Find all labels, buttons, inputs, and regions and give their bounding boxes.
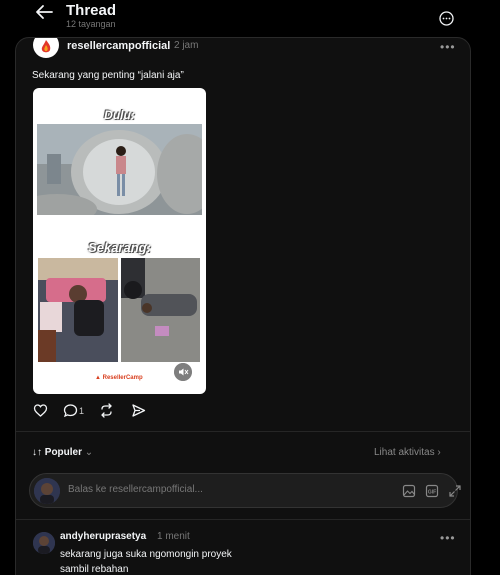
comment-line-1: sekarang juga suka ngomongin proyek	[60, 549, 232, 560]
comment-icon[interactable]	[63, 403, 78, 418]
reply-input[interactable]	[68, 484, 318, 495]
meme-label-bottom: Sekarang:	[88, 240, 151, 255]
post-caption: Sekarang yang penting “jalani aja”	[32, 70, 184, 81]
comment-text: sekarang juga suka ngomongin proyek samb…	[60, 547, 232, 575]
post-more-icon[interactable]: •••	[440, 40, 456, 54]
current-user-avatar	[34, 478, 60, 504]
sort-dropdown[interactable]: ↓↑ Populer ⌄	[32, 447, 93, 458]
svg-text:GIF: GIF	[428, 489, 436, 495]
mute-icon[interactable]	[174, 363, 192, 381]
commenter-username[interactable]: andyheruprasetya	[60, 531, 146, 542]
author-username[interactable]: resellercampofficial	[67, 40, 170, 52]
more-options-icon[interactable]	[439, 11, 454, 26]
divider	[16, 519, 470, 520]
image-attach-icon[interactable]	[402, 484, 416, 498]
sort-arrows-icon: ↓↑	[32, 447, 42, 458]
sort-label: Populer	[44, 447, 83, 458]
post-media[interactable]: Dulu: Sekarang: ▲ ResellerCamp	[33, 88, 206, 394]
commenter-avatar[interactable]	[33, 532, 55, 554]
view-activity-label: Lihat aktivitas	[374, 447, 435, 458]
gif-icon[interactable]: GIF	[425, 484, 439, 498]
chevron-down-icon: ⌄	[84, 447, 94, 458]
repost-icon[interactable]	[99, 403, 114, 418]
comment-more-icon[interactable]: •••	[440, 531, 456, 545]
comment-count: 1	[79, 406, 85, 416]
meme-photo-pipe	[37, 124, 202, 215]
share-send-icon[interactable]	[131, 403, 146, 418]
divider	[16, 431, 470, 432]
meme-label-top: Dulu:	[104, 108, 135, 122]
brand-flame-icon	[41, 40, 51, 53]
expand-icon[interactable]	[448, 484, 462, 498]
view-count: 12 tayangan	[66, 19, 116, 29]
meme-photo-bed	[38, 258, 118, 362]
page-title: Thread	[66, 2, 117, 19]
comment-line-2: sambil rebahan	[60, 564, 129, 575]
reply-box: GIF	[29, 473, 461, 508]
comment-time: 1 menit	[157, 531, 190, 542]
author-avatar[interactable]	[33, 38, 59, 58]
meme-photo-floor	[121, 258, 200, 362]
post-time: 2 jam	[174, 40, 199, 51]
brand-watermark: ▲ ResellerCamp	[95, 375, 143, 381]
back-arrow-icon[interactable]	[34, 3, 54, 21]
view-activity-link[interactable]: Lihat aktivitas ›	[374, 447, 441, 458]
thread-panel: resellercampofficial 2 jam ••• Sekarang …	[15, 37, 471, 575]
like-heart-icon[interactable]	[33, 403, 48, 418]
top-bar: Thread 12 tayangan	[0, 0, 500, 36]
chevron-right-icon: ›	[437, 447, 441, 458]
